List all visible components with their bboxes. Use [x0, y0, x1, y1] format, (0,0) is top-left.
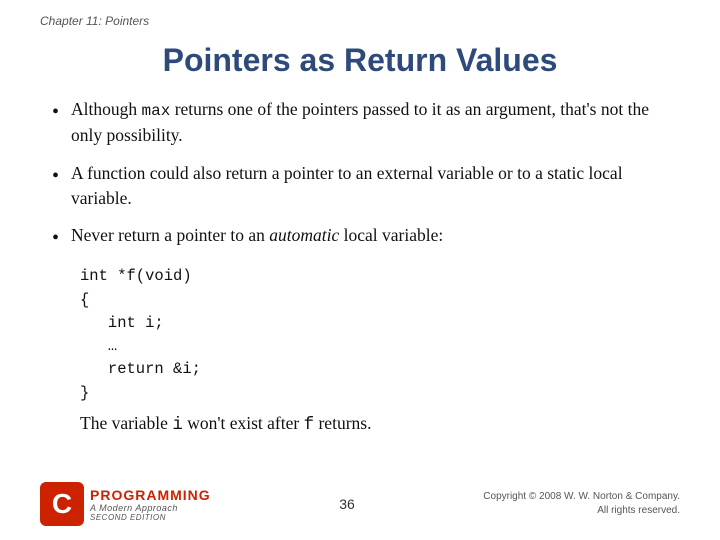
code-line-2: {	[80, 289, 668, 312]
logo-edition: SECOND EDITION	[90, 513, 211, 522]
code-line-1: int *f(void)	[80, 265, 668, 288]
code-line-5: return &i;	[80, 358, 668, 381]
slide: Chapter 11: Pointers Pointers as Return …	[0, 0, 720, 540]
bullet-text: A function could also return a pointer t…	[71, 161, 668, 212]
list-item: • A function could also return a pointer…	[52, 161, 668, 212]
bullet-list: • Although max returns one of the pointe…	[52, 97, 668, 253]
closing-text-after: returns.	[314, 413, 371, 433]
code-line-4: …	[80, 335, 668, 358]
bullet-dot: •	[52, 224, 59, 253]
bullet-dot: •	[52, 162, 59, 191]
code-max: max	[142, 102, 171, 120]
copyright: Copyright © 2008 W. W. Norton & Company.…	[483, 490, 680, 518]
list-item: • Never return a pointer to an automatic…	[52, 223, 668, 253]
closing-text-middle: won't exist after	[183, 413, 304, 433]
logo-c-letter: C	[52, 488, 72, 520]
italic-automatic: automatic	[269, 225, 339, 245]
logo-subtitle: A Modern Approach	[90, 503, 211, 513]
bullet-dot: •	[52, 98, 59, 127]
closing-line: The variable i won't exist after f retur…	[80, 411, 668, 438]
copyright-line1: Copyright © 2008 W. W. Norton & Company.	[483, 490, 680, 504]
code-line-6: }	[80, 382, 668, 405]
code-block: int *f(void) { int i; … return &i; }	[80, 265, 668, 405]
content-area: • Although max returns one of the pointe…	[0, 97, 720, 437]
closing-text-before: The variable	[80, 413, 172, 433]
chapter-label: Chapter 11: Pointers	[40, 14, 149, 28]
closing-var-f: f	[304, 415, 315, 435]
list-item: • Although max returns one of the pointe…	[52, 97, 668, 149]
code-line-3: int i;	[80, 312, 668, 335]
bullet-text: Although max returns one of the pointers…	[71, 97, 668, 149]
bullet-text: Never return a pointer to an automatic l…	[71, 223, 668, 248]
page-number: 36	[211, 496, 484, 512]
copyright-line2: All rights reserved.	[483, 504, 680, 518]
logo-c-box: C	[40, 482, 84, 526]
logo-programming: PROGRAMMING	[90, 487, 211, 503]
logo-text: PROGRAMMING A Modern Approach SECOND EDI…	[90, 487, 211, 522]
closing-var-i: i	[172, 415, 183, 435]
footer: C PROGRAMMING A Modern Approach SECOND E…	[0, 482, 720, 526]
logo: C PROGRAMMING A Modern Approach SECOND E…	[40, 482, 211, 526]
